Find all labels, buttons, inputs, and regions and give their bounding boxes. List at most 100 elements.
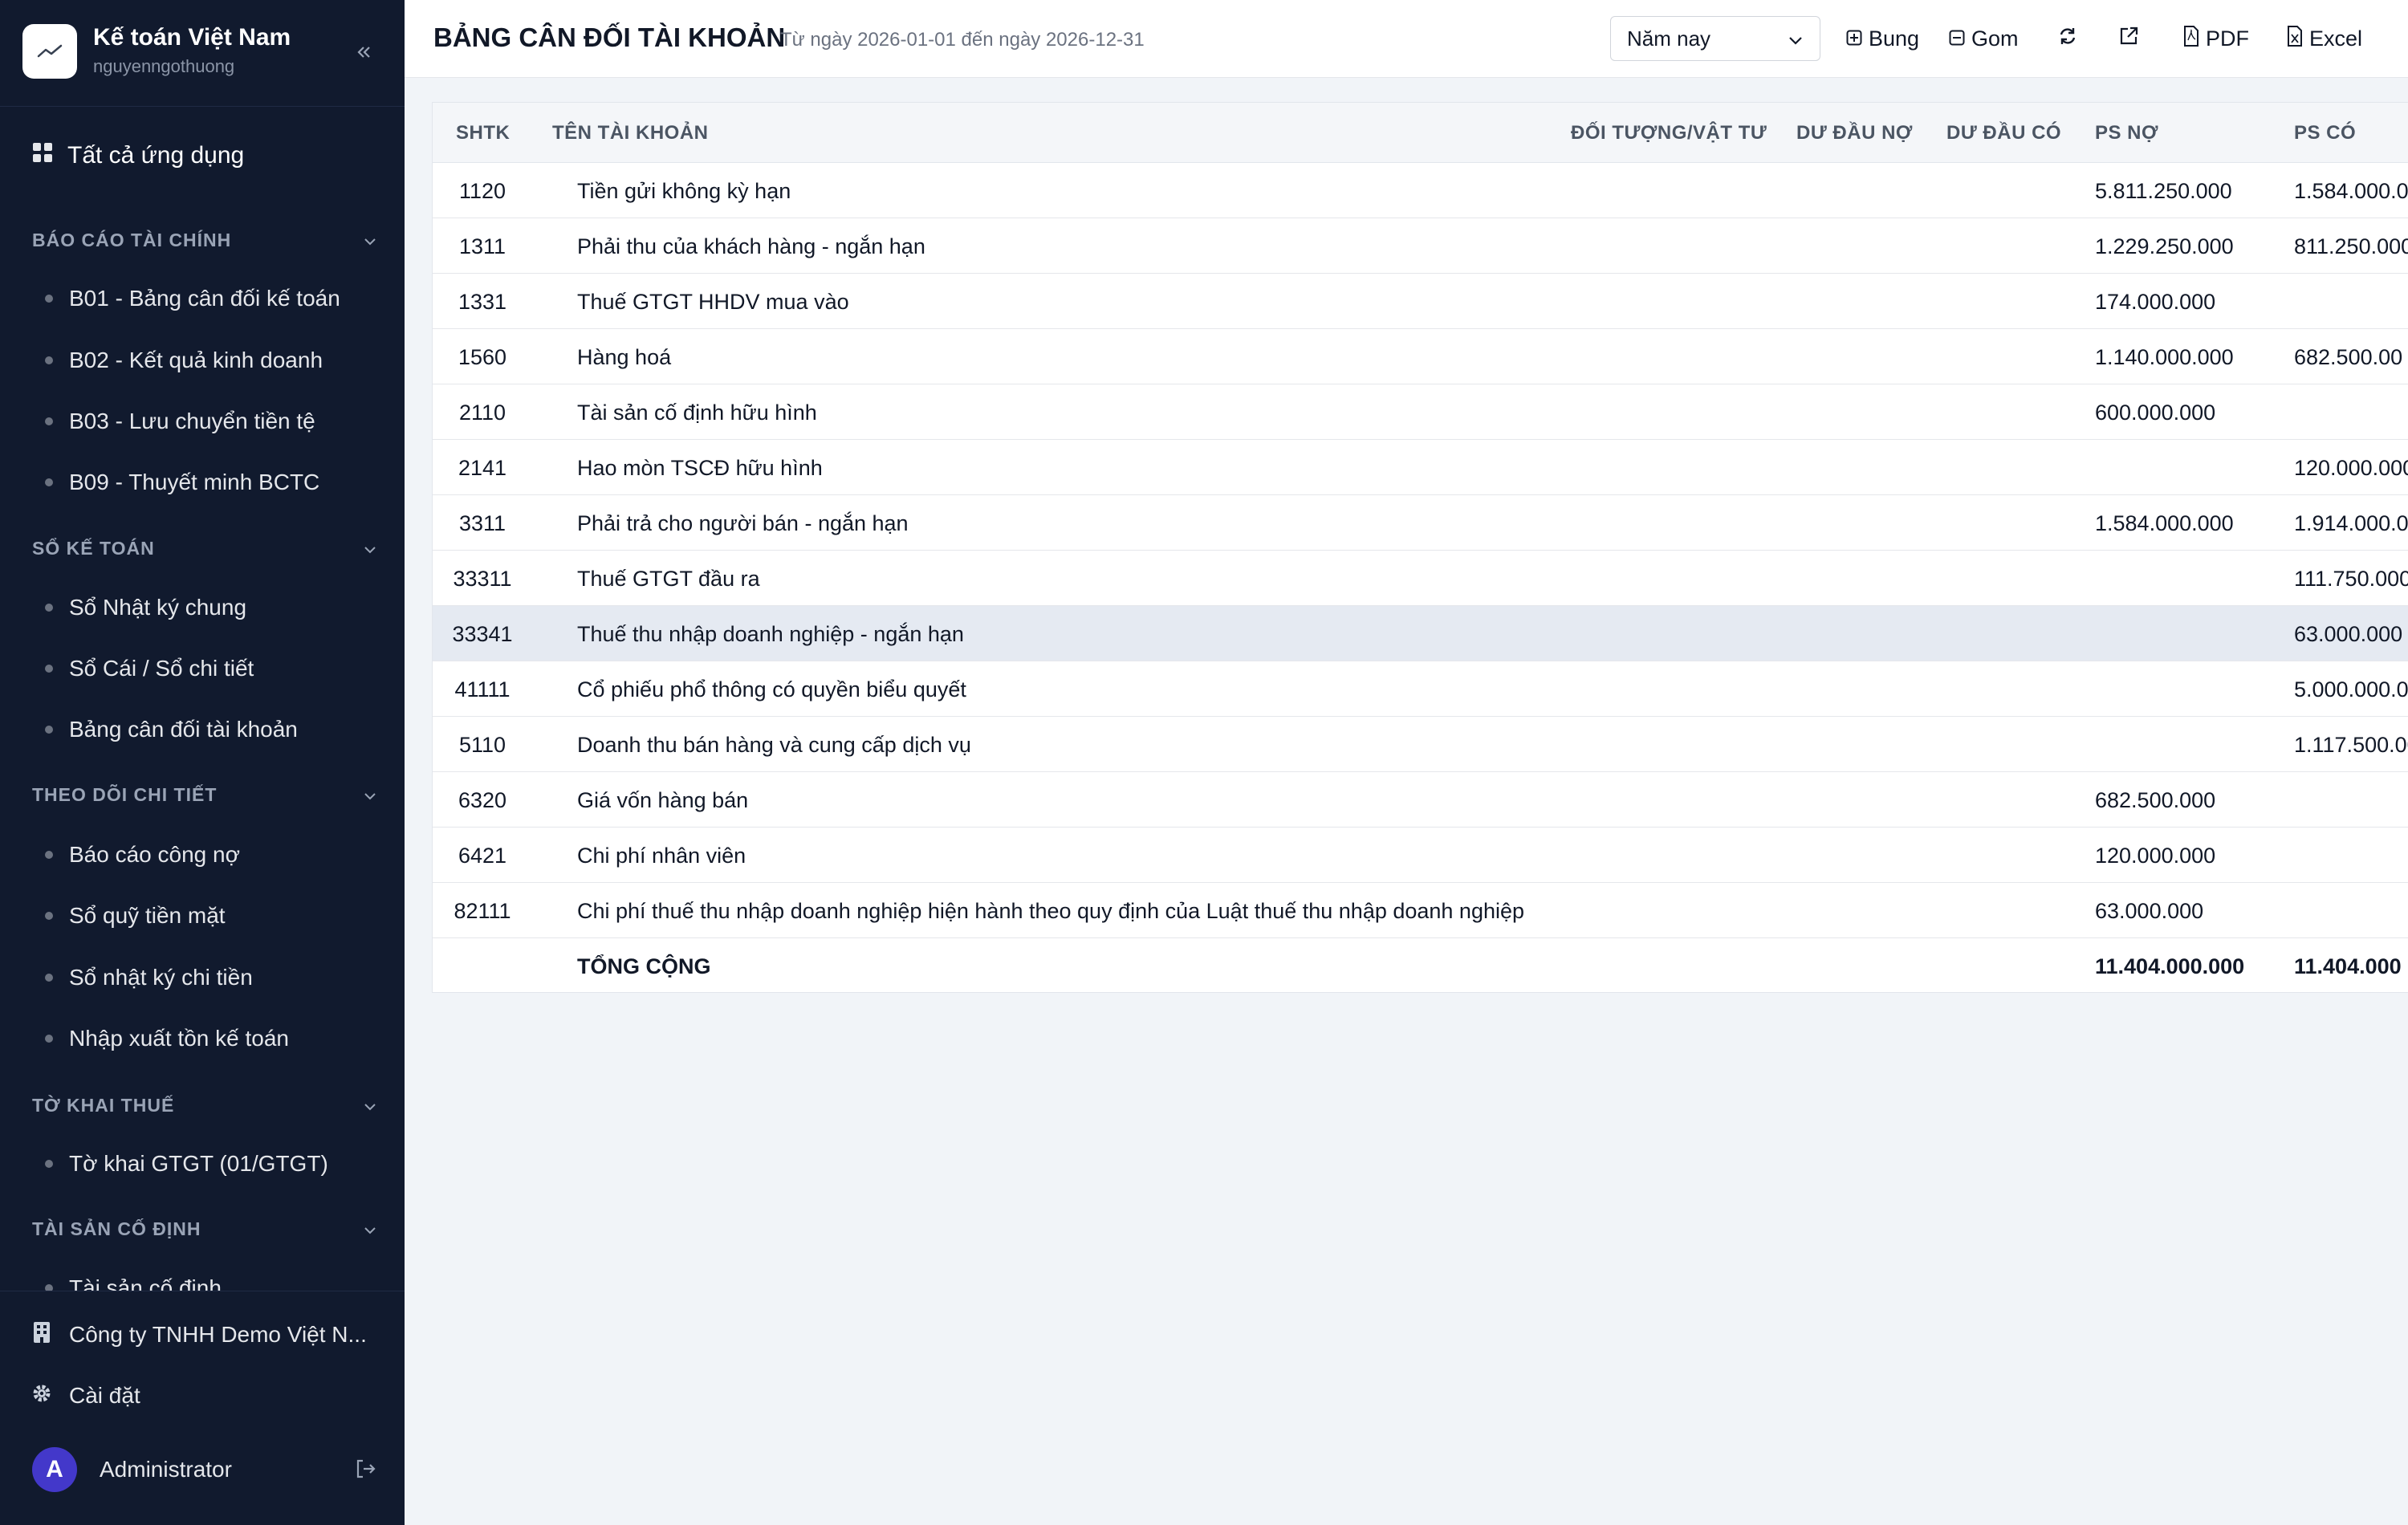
- export-excel-button[interactable]: Excel: [2287, 22, 2362, 55]
- brand-title: Kế toán Việt Nam: [93, 24, 291, 51]
- chevron-down-icon: [363, 1218, 377, 1240]
- building-icon: [32, 1321, 51, 1349]
- company-name: Công ty TNHH Demo Việt N...: [69, 1322, 367, 1347]
- period-credit: 1.914.000.0: [2294, 511, 2408, 535]
- export-pdf-button[interactable]: PDF: [2183, 22, 2249, 55]
- nav-item-general-ledger[interactable]: Sổ Cái / Sổ chi tiết: [45, 653, 254, 685]
- nav-item-label: B02 - Kết quả kinh doanh: [69, 348, 323, 372]
- nav-item-debt-report[interactable]: Báo cáo công nợ: [45, 839, 240, 871]
- table-row[interactable]: 1120 Tiền gửi không kỳ hạn 5.811.250.000…: [433, 163, 2408, 218]
- period-value: Năm nay: [1627, 26, 1711, 51]
- table-row[interactable]: 41111 Cổ phiếu phổ thông có quyền biểu q…: [433, 661, 2408, 717]
- expand-label: Bung: [1869, 26, 1920, 51]
- nav-item-trial-balance[interactable]: Bảng cân đối tài khoản: [45, 714, 298, 746]
- table-row[interactable]: 82111 Chi phí thuế thu nhập doanh nghiệp…: [433, 883, 2408, 938]
- table-row[interactable]: 6421 Chi phí nhân viên 120.000.000: [433, 828, 2408, 883]
- bullet-icon: [45, 478, 53, 486]
- table-row[interactable]: 33311 Thuế GTGT đầu ra 111.750.000: [433, 551, 2408, 606]
- company-selector[interactable]: Công ty TNHH Demo Việt N...: [32, 1319, 367, 1351]
- avatar: A: [32, 1447, 77, 1492]
- logout-icon[interactable]: [355, 1458, 377, 1483]
- nav-item-label: B01 - Bảng cân đối kế toán: [69, 286, 340, 311]
- nav-item-cash-book[interactable]: Sổ quỹ tiền mặt: [45, 900, 226, 932]
- column-header-opening-debit[interactable]: DƯ ĐẦU NỢ: [1796, 122, 1913, 144]
- chart-logo-icon: [22, 24, 77, 79]
- excel-label: Excel: [2309, 26, 2363, 51]
- column-header-opening-credit[interactable]: DƯ ĐẦU CÓ: [1946, 122, 2061, 144]
- chevron-down-icon: [363, 538, 377, 559]
- period-credit: 1.584.000.0: [2294, 179, 2408, 203]
- table-total-row: TỔNG CỘNG 11.404.000.000 11.404.000: [433, 938, 2408, 992]
- column-header-account-code[interactable]: SHTK: [456, 122, 510, 144]
- total-label: TỔNG CỘNG: [577, 954, 711, 978]
- table-row[interactable]: 3311 Phải trả cho người bán - ngắn hạn 1…: [433, 495, 2408, 551]
- table-row[interactable]: 6320 Giá vốn hàng bán 682.500.000: [433, 772, 2408, 828]
- table-row[interactable]: 2110 Tài sản cố định hữu hình 600.000.00…: [433, 384, 2408, 440]
- pdf-file-icon: [2183, 25, 2199, 52]
- account-code: 33311: [453, 567, 512, 591]
- table-header: SHTK TÊN TÀI KHOẢN ĐỐI TƯỢNG/VẬT TƯ DƯ Đ…: [433, 103, 2408, 163]
- account-name: Chi phí thuế thu nhập doanh nghiệp hiện …: [577, 899, 1525, 923]
- section-fixed-assets[interactable]: TÀI SẢN CỐ ĐỊNH: [32, 1214, 377, 1243]
- table-row[interactable]: 5110 Doanh thu bán hàng và cung cấp dịch…: [433, 717, 2408, 772]
- nav-item-b01[interactable]: B01 - Bảng cân đối kế toán: [45, 283, 340, 315]
- account-code: 41111: [454, 677, 510, 702]
- section-title: TỜ KHAI THUẾ: [32, 1094, 175, 1116]
- table-row[interactable]: 1311 Phải thu của khách hàng - ngắn hạn …: [433, 218, 2408, 274]
- nav-item-inventory[interactable]: Nhập xuất tồn kế toán: [45, 1023, 289, 1055]
- account-name: Hàng hoá: [577, 345, 672, 369]
- period-select[interactable]: Năm nay: [1610, 16, 1820, 61]
- section-financial-reports[interactable]: BÁO CÁO TÀI CHÍNH: [32, 226, 377, 254]
- column-header-period-credit[interactable]: PS CÓ: [2294, 122, 2356, 144]
- account-code: 1311: [458, 234, 506, 258]
- account-name: Tài sản cố định hữu hình: [577, 401, 817, 425]
- nav-item-b02[interactable]: B02 - Kết quả kinh doanh: [45, 344, 323, 376]
- section-ledgers[interactable]: SỔ KẾ TOÁN: [32, 534, 377, 563]
- column-header-period-debit[interactable]: PS NỢ: [2095, 122, 2158, 144]
- plus-square-icon: [1846, 26, 1862, 51]
- bullet-icon: [45, 295, 53, 303]
- nav-item-payment-journal[interactable]: Sổ nhật ký chi tiền: [45, 962, 253, 994]
- trial-balance-table: SHTK TÊN TÀI KHOẢN ĐỐI TƯỢNG/VẬT TƯ DƯ Đ…: [432, 102, 2408, 993]
- section-detail-tracking[interactable]: THEO DÕI CHI TIẾT: [32, 780, 377, 809]
- brand-username: nguyenngothuong: [93, 56, 235, 76]
- nav-item-vat-return[interactable]: Tờ khai GTGT (01/GTGT): [45, 1148, 328, 1180]
- open-external-button[interactable]: [2118, 22, 2139, 55]
- expand-button[interactable]: Bung: [1846, 22, 1919, 55]
- section-tax-returns[interactable]: TỜ KHAI THUẾ: [32, 1091, 377, 1120]
- all-apps-link[interactable]: Tất cả ứng dụng: [32, 140, 244, 172]
- refresh-icon: [2058, 26, 2077, 51]
- nav-item-b09[interactable]: B09 - Thuyết minh BCTC: [45, 466, 319, 498]
- account-code: 2141: [458, 456, 507, 480]
- bullet-icon: [45, 912, 53, 920]
- table-row[interactable]: 2141 Hao mòn TSCĐ hữu hình 120.000.000: [433, 440, 2408, 495]
- nav-item-label: Báo cáo công nợ: [69, 842, 240, 867]
- refresh-button[interactable]: [2058, 22, 2077, 55]
- table-row-hovered[interactable]: 33341 Thuế thu nhập doanh nghiệp - ngắn …: [433, 606, 2408, 661]
- user-profile[interactable]: A Administrator: [32, 1447, 377, 1492]
- nav-item-label: B09 - Thuyết minh BCTC: [69, 470, 320, 494]
- table-row[interactable]: 1560 Hàng hoá 1.140.000.000 682.500.00: [433, 329, 2408, 384]
- bullet-icon: [45, 417, 53, 425]
- page-date-range: Từ ngày 2026-01-01 đến ngày 2026-12-31: [780, 29, 1145, 51]
- settings-link[interactable]: Cài đặt: [32, 1380, 140, 1412]
- chevron-down-icon: [363, 784, 377, 806]
- column-header-account-name[interactable]: TÊN TÀI KHOẢN: [552, 122, 709, 144]
- account-name: Cổ phiếu phổ thông có quyền biểu quyết: [577, 677, 966, 702]
- collapse-sidebar-icon[interactable]: [352, 40, 376, 64]
- collapse-label: Gom: [1971, 26, 2019, 51]
- period-debit: 174.000.000: [2095, 290, 2216, 314]
- nav-item-general-journal[interactable]: Sổ Nhật ký chung: [45, 592, 246, 624]
- grid-icon: [32, 142, 53, 169]
- all-apps-label: Tất cả ứng dụng: [67, 142, 245, 169]
- nav-item-label: Sổ nhật ký chi tiền: [69, 965, 253, 990]
- column-header-object[interactable]: ĐỐI TƯỢNG/VẬT TƯ: [1571, 122, 1767, 144]
- table-row[interactable]: 1331 Thuế GTGT HHDV mua vào 174.000.000: [433, 274, 2408, 329]
- nav-item-b03[interactable]: B03 - Lưu chuyển tiền tệ: [45, 405, 315, 437]
- period-credit: 682.500.00: [2294, 345, 2403, 369]
- period-debit: 682.500.000: [2095, 788, 2216, 812]
- bullet-icon: [45, 604, 53, 612]
- page-header: BẢNG CÂN ĐỐI TÀI KHOẢN Từ ngày 2026-01-0…: [405, 0, 2408, 78]
- collapse-button[interactable]: Gom: [1949, 22, 2019, 55]
- sidebar: Kế toán Việt Nam nguyenngothuong Tất cả …: [0, 0, 405, 1525]
